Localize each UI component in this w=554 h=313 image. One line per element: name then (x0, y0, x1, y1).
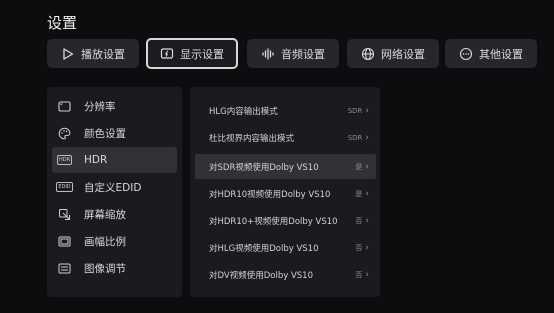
option-row-hlg-dolby-vs10[interactable]: 对HLG视频使用Dolby VS10 否 › (195, 235, 376, 260)
option-value: 否 (355, 216, 363, 225)
chevron-right-icon: › (365, 242, 369, 253)
chevron-right-icon: › (365, 269, 369, 280)
sidebar-item-label: 颜色设置 (84, 127, 126, 140)
tab-audio-settings[interactable]: 音频设置 (247, 39, 339, 68)
hdr-options-panel: HLG内容输出模式 SDR › 杜比视界内容输出模式 SDR › 对SDR视频使用D… (190, 87, 380, 297)
sidebar-item-screen-zoom[interactable]: 屏幕缩放 (52, 201, 177, 227)
tab-playback-settings[interactable]: 播放设置 (47, 39, 139, 68)
option-value: 是 (355, 162, 363, 171)
chevron-right-icon: › (365, 215, 369, 226)
settings-tab-bar: 播放设置 显示设置 音频设置 网络设置 其他设置 (47, 38, 537, 69)
option-label: 对DV视频使用Dolby VS10 (209, 270, 313, 281)
option-label: 对SDR视频使用Dolby VS10 (209, 162, 319, 173)
option-value: SDR (347, 133, 363, 142)
hdr-icon: HDR (56, 155, 73, 165)
option-label: 对HDR10视频使用Dolby VS10 (209, 189, 331, 200)
edid-icon: EDID (56, 182, 73, 192)
page-title: 设置 (47, 14, 78, 32)
tab-network-settings[interactable]: 网络设置 (347, 39, 439, 68)
option-value: 否 (355, 270, 363, 279)
sidebar-item-label: 自定义EDID (84, 181, 142, 194)
tab-other-settings[interactable]: 其他设置 (445, 39, 537, 68)
tab-label: 播放设置 (81, 47, 125, 61)
option-label: 对HLG视频使用Dolby VS10 (209, 243, 319, 254)
chevron-right-icon: › (365, 105, 369, 116)
option-value: 否 (355, 243, 363, 252)
sidebar-item-resolution[interactable]: 分辨率 (52, 93, 177, 119)
tab-label: 显示设置 (180, 47, 224, 61)
resolution-icon (58, 100, 71, 113)
option-label: HLG内容输出模式 (209, 106, 278, 117)
chevron-right-icon: › (365, 188, 369, 199)
play-icon (61, 47, 75, 61)
aspect-ratio-icon (58, 235, 71, 248)
option-row-sdr-dolby-vs10[interactable]: 对SDR视频使用Dolby VS10 是 › (195, 154, 376, 179)
globe-icon (361, 47, 375, 61)
sidebar-item-image-adjust[interactable]: 图像调节 (52, 255, 177, 281)
option-row-hlg-output-mode[interactable]: HLG内容输出模式 SDR › (195, 98, 376, 123)
sidebar-item-label: 图像调节 (84, 262, 126, 275)
image-adjust-icon (58, 262, 71, 275)
option-value: SDR (347, 106, 363, 115)
screen-zoom-icon (58, 208, 71, 221)
display-icon (160, 47, 174, 61)
sidebar-item-label: HDR (84, 154, 108, 166)
option-row-hdr10plus-dolby-vs10[interactable]: 对HDR10+视频使用Dolby VS10 否 › (195, 208, 376, 233)
sidebar-item-label: 屏幕缩放 (84, 208, 126, 221)
sidebar-item-label: 画幅比例 (84, 235, 126, 248)
chevron-right-icon: › (365, 161, 369, 172)
option-row-dolby-vision-output-mode[interactable]: 杜比视界内容输出模式 SDR › (195, 125, 376, 150)
sidebar-item-custom-edid[interactable]: EDID 自定义EDID (52, 174, 177, 200)
chevron-right-icon: › (365, 132, 369, 143)
option-label: 杜比视界内容输出模式 (209, 133, 295, 144)
tab-label: 音频设置 (281, 47, 325, 61)
option-value: 是 (355, 189, 363, 198)
sidebar-item-label: 分辨率 (84, 100, 116, 113)
display-sidebar: 分辨率 颜色设置 HDR HDR EDID 自定义EDID 屏幕缩放 画幅比例 (47, 87, 182, 297)
audio-wave-icon (261, 47, 275, 61)
sidebar-item-color-settings[interactable]: 颜色设置 (52, 120, 177, 146)
sidebar-item-aspect-ratio[interactable]: 画幅比例 (52, 228, 177, 254)
option-label: 对HDR10+视频使用Dolby VS10 (209, 216, 338, 227)
tab-display-settings[interactable]: 显示设置 (146, 38, 238, 69)
palette-icon (58, 127, 71, 140)
tab-label: 网络设置 (381, 47, 425, 61)
option-row-dv-dolby-vs10[interactable]: 对DV视频使用Dolby VS10 否 › (195, 262, 376, 287)
more-icon (459, 47, 473, 61)
tab-label: 其他设置 (479, 47, 523, 61)
option-row-hdr10-dolby-vs10[interactable]: 对HDR10视频使用Dolby VS10 是 › (195, 181, 376, 206)
sidebar-item-hdr[interactable]: HDR HDR (52, 147, 177, 173)
